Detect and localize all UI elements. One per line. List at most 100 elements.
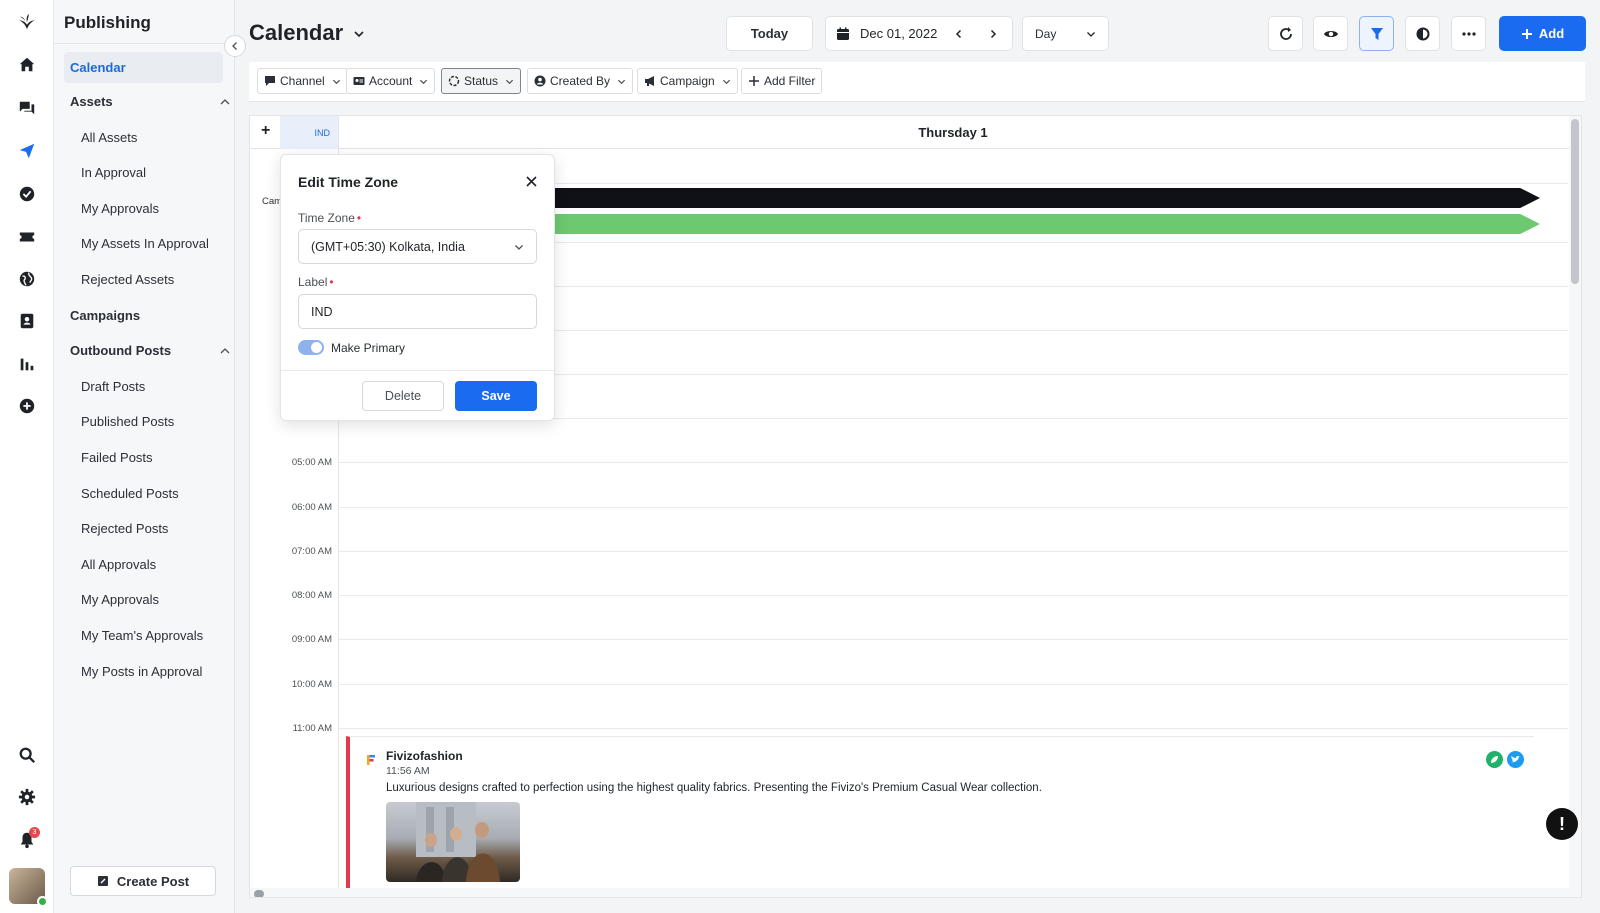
sidebar-item-my-teams-approvals[interactable]: My Team's Approvals <box>81 628 203 643</box>
sidebar-title: Publishing <box>64 13 151 32</box>
preview-button[interactable] <box>1313 16 1348 51</box>
horizontal-scrollbar[interactable] <box>250 888 1581 897</box>
feedback-button[interactable]: ! <box>1546 808 1578 840</box>
filter-toggle-button[interactable] <box>1359 16 1394 51</box>
sidebar-group-outbound-posts[interactable]: Outbound Posts <box>70 343 230 358</box>
collapse-sidebar-button[interactable] <box>224 35 246 57</box>
publish-icon[interactable] <box>14 138 40 164</box>
post-image[interactable] <box>386 802 520 882</box>
globe-icon[interactable] <box>14 266 40 292</box>
add-button[interactable]: Add <box>1499 16 1586 51</box>
vertical-scrollbar[interactable] <box>1569 116 1581 897</box>
time-label: 08:00 AM <box>291 590 332 601</box>
label-field-label-text: Label <box>298 275 328 289</box>
sidebar-item-rejected-posts[interactable]: Rejected Posts <box>81 521 168 536</box>
create-post-label: Create Post <box>116 873 190 889</box>
sidebar-item-rejected-assets[interactable]: Rejected Assets <box>81 272 174 287</box>
add-filter-button[interactable]: Add Filter <box>741 68 823 94</box>
time-label: 09:00 AM <box>291 634 332 645</box>
filter-label: Created By <box>550 74 611 88</box>
next-date-button[interactable] <box>981 22 1005 46</box>
sidebar-group-label: Assets <box>70 94 113 109</box>
view-select[interactable]: Day <box>1022 16 1109 51</box>
channel-sprout-icon <box>1486 751 1503 768</box>
sidebar-item-all-assets[interactable]: All Assets <box>81 130 137 145</box>
settings-icon[interactable] <box>14 784 40 810</box>
sidebar-item-my-approvals[interactable]: My Approvals <box>81 201 159 216</box>
filter-account[interactable]: Account <box>346 68 436 94</box>
title-dropdown-button[interactable] <box>349 24 369 44</box>
label-input[interactable]: IND <box>298 294 537 329</box>
sidebar-item-failed-posts[interactable]: Failed Posts <box>81 450 153 465</box>
campaign-bar-dark[interactable] <box>550 188 1540 208</box>
refresh-button[interactable] <box>1268 16 1303 51</box>
hour-line <box>338 728 1568 729</box>
sidebar-group-assets[interactable]: Assets <box>70 94 230 109</box>
status-icon <box>448 75 460 87</box>
sidebar-item-calendar[interactable]: Calendar <box>64 52 223 83</box>
publishing-sidebar: Publishing Calendar Assets All Assets In… <box>54 0 235 913</box>
day-label: Thursday 1 <box>918 125 988 140</box>
filter-campaign[interactable]: Campaign <box>637 68 738 94</box>
sidebar-item-published-posts[interactable]: Published Posts <box>81 414 174 429</box>
prev-date-button[interactable] <box>947 22 971 46</box>
calendar-header: + IND Thursday 1 <box>250 116 1581 149</box>
sidebar-group-label: Outbound Posts <box>70 343 172 358</box>
messages-icon[interactable] <box>14 95 40 121</box>
calendar-icon <box>837 27 849 40</box>
add-timezone-button[interactable]: + <box>261 122 270 140</box>
filter-status[interactable]: Status <box>441 68 522 94</box>
hour-line <box>338 462 1568 463</box>
sidebar-item-draft-posts[interactable]: Draft Posts <box>81 379 145 394</box>
sidebar-item-my-posts-in-approval[interactable]: My Posts in Approval <box>81 664 202 679</box>
popover-title: Edit Time Zone <box>298 174 399 190</box>
make-primary-toggle[interactable] <box>298 340 324 355</box>
check-circle-icon[interactable] <box>14 181 40 207</box>
save-button[interactable]: Save <box>455 381 537 411</box>
avatar[interactable] <box>9 868 48 907</box>
sidebar-item-my-assets-in-approval[interactable]: My Assets In Approval <box>81 236 209 251</box>
filter-bar: Channel Account Status Created By Campai… <box>249 62 1585 102</box>
chevron-right-icon <box>991 29 997 38</box>
filter-created-by[interactable]: Created By <box>527 68 634 94</box>
today-button[interactable]: Today <box>726 16 813 51</box>
scroll-thumb[interactable] <box>1571 119 1579 284</box>
close-popover-button[interactable] <box>522 172 540 190</box>
chevron-down-icon <box>332 79 340 84</box>
current-date: Dec 01, 2022 <box>860 26 938 41</box>
chevron-down-icon <box>505 79 514 84</box>
sidebar-item-scheduled-posts[interactable]: Scheduled Posts <box>81 486 179 501</box>
sidebar-item-all-approvals[interactable]: All Approvals <box>81 557 156 572</box>
logo-icon[interactable] <box>14 9 40 35</box>
create-post-button[interactable]: Create Post <box>70 866 216 896</box>
refresh-icon <box>1279 26 1292 40</box>
time-zone-select[interactable]: (GMT+05:30) Kolkata, India <box>298 229 537 264</box>
ticket-icon[interactable] <box>14 224 40 250</box>
post-card[interactable]: Fivizofashion 11:56 AM Luxurious designs… <box>346 736 1534 896</box>
megaphone-icon <box>645 76 654 86</box>
sidebar-item-in-approval[interactable]: In Approval <box>81 165 146 180</box>
search-icon[interactable] <box>14 742 40 768</box>
required-indicator: • <box>329 275 334 289</box>
icon-rail: 3 <box>0 0 54 913</box>
eye-icon <box>1323 30 1338 37</box>
delete-button[interactable]: Delete <box>362 381 444 411</box>
date-picker[interactable]: Dec 01, 2022 <box>825 16 1013 51</box>
sidebar-group-label: Campaigns <box>70 308 141 323</box>
sidebar-item-campaigns[interactable]: Campaigns <box>70 308 230 323</box>
chevron-left-icon <box>956 29 962 38</box>
add-circle-icon[interactable] <box>14 393 40 419</box>
scroll-thumb[interactable] <box>254 890 264 897</box>
sidebar-item-my-approvals-outbound[interactable]: My Approvals <box>81 592 159 607</box>
theme-button[interactable] <box>1405 16 1440 51</box>
sidebar-divider <box>54 43 235 44</box>
home-icon[interactable] <box>14 52 40 78</box>
reports-icon[interactable] <box>14 351 40 377</box>
more-options-button[interactable] <box>1451 16 1486 51</box>
contacts-icon[interactable] <box>14 308 40 334</box>
filter-label: Channel <box>280 74 325 88</box>
time-label: 10:00 AM <box>291 679 332 690</box>
filter-channel[interactable]: Channel <box>257 68 348 94</box>
timezone-tag[interactable]: IND <box>280 116 338 149</box>
campaign-bar-green[interactable] <box>550 214 1540 234</box>
